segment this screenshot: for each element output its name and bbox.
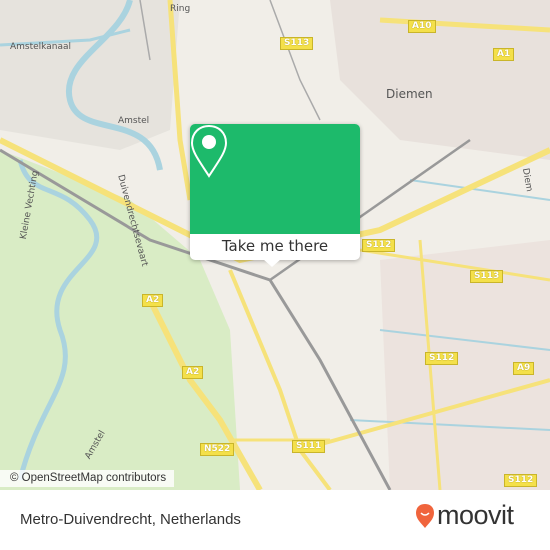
footer: Metro-Duivendrecht, Netherlands moovit — [0, 490, 550, 550]
road-shield: S111 — [292, 440, 326, 453]
take-me-there-button[interactable]: Take me there — [190, 234, 360, 260]
moovit-pin-icon — [416, 503, 434, 528]
road-shield: A2 — [142, 294, 164, 307]
road-shield: A9 — [513, 362, 535, 375]
road-shield: S112 — [504, 474, 538, 487]
logo-text: moovit — [437, 500, 514, 530]
town-label: Diemen — [386, 87, 433, 101]
road-shield: A2 — [182, 366, 204, 379]
attribution[interactable]: © OpenStreetMap contributors — [0, 470, 175, 487]
map-label: Amstelkanaal — [10, 42, 71, 52]
road-shield: N522 — [200, 443, 235, 456]
moovit-logo[interactable]: moovit — [415, 500, 514, 531]
road-shield: S112 — [425, 352, 459, 365]
road-shield: S113 — [280, 37, 314, 50]
road-shield: S113 — [470, 270, 504, 283]
road-shield: A1 — [493, 48, 515, 61]
map-label: Ring — [170, 4, 191, 14]
place-name: Metro-Duivendrecht, Netherlands — [20, 511, 241, 528]
road-shield: S112 — [362, 239, 396, 252]
popup-header — [190, 124, 360, 234]
map-label: Amstel — [118, 116, 150, 126]
popup-tail — [263, 259, 281, 267]
map-pin-icon — [190, 124, 228, 178]
map[interactable]: Amstelkanaal Ring Amstel Duivendrechtsev… — [0, 0, 550, 490]
road-shield: A10 — [408, 20, 436, 33]
location-popup: Take me there — [190, 124, 360, 260]
